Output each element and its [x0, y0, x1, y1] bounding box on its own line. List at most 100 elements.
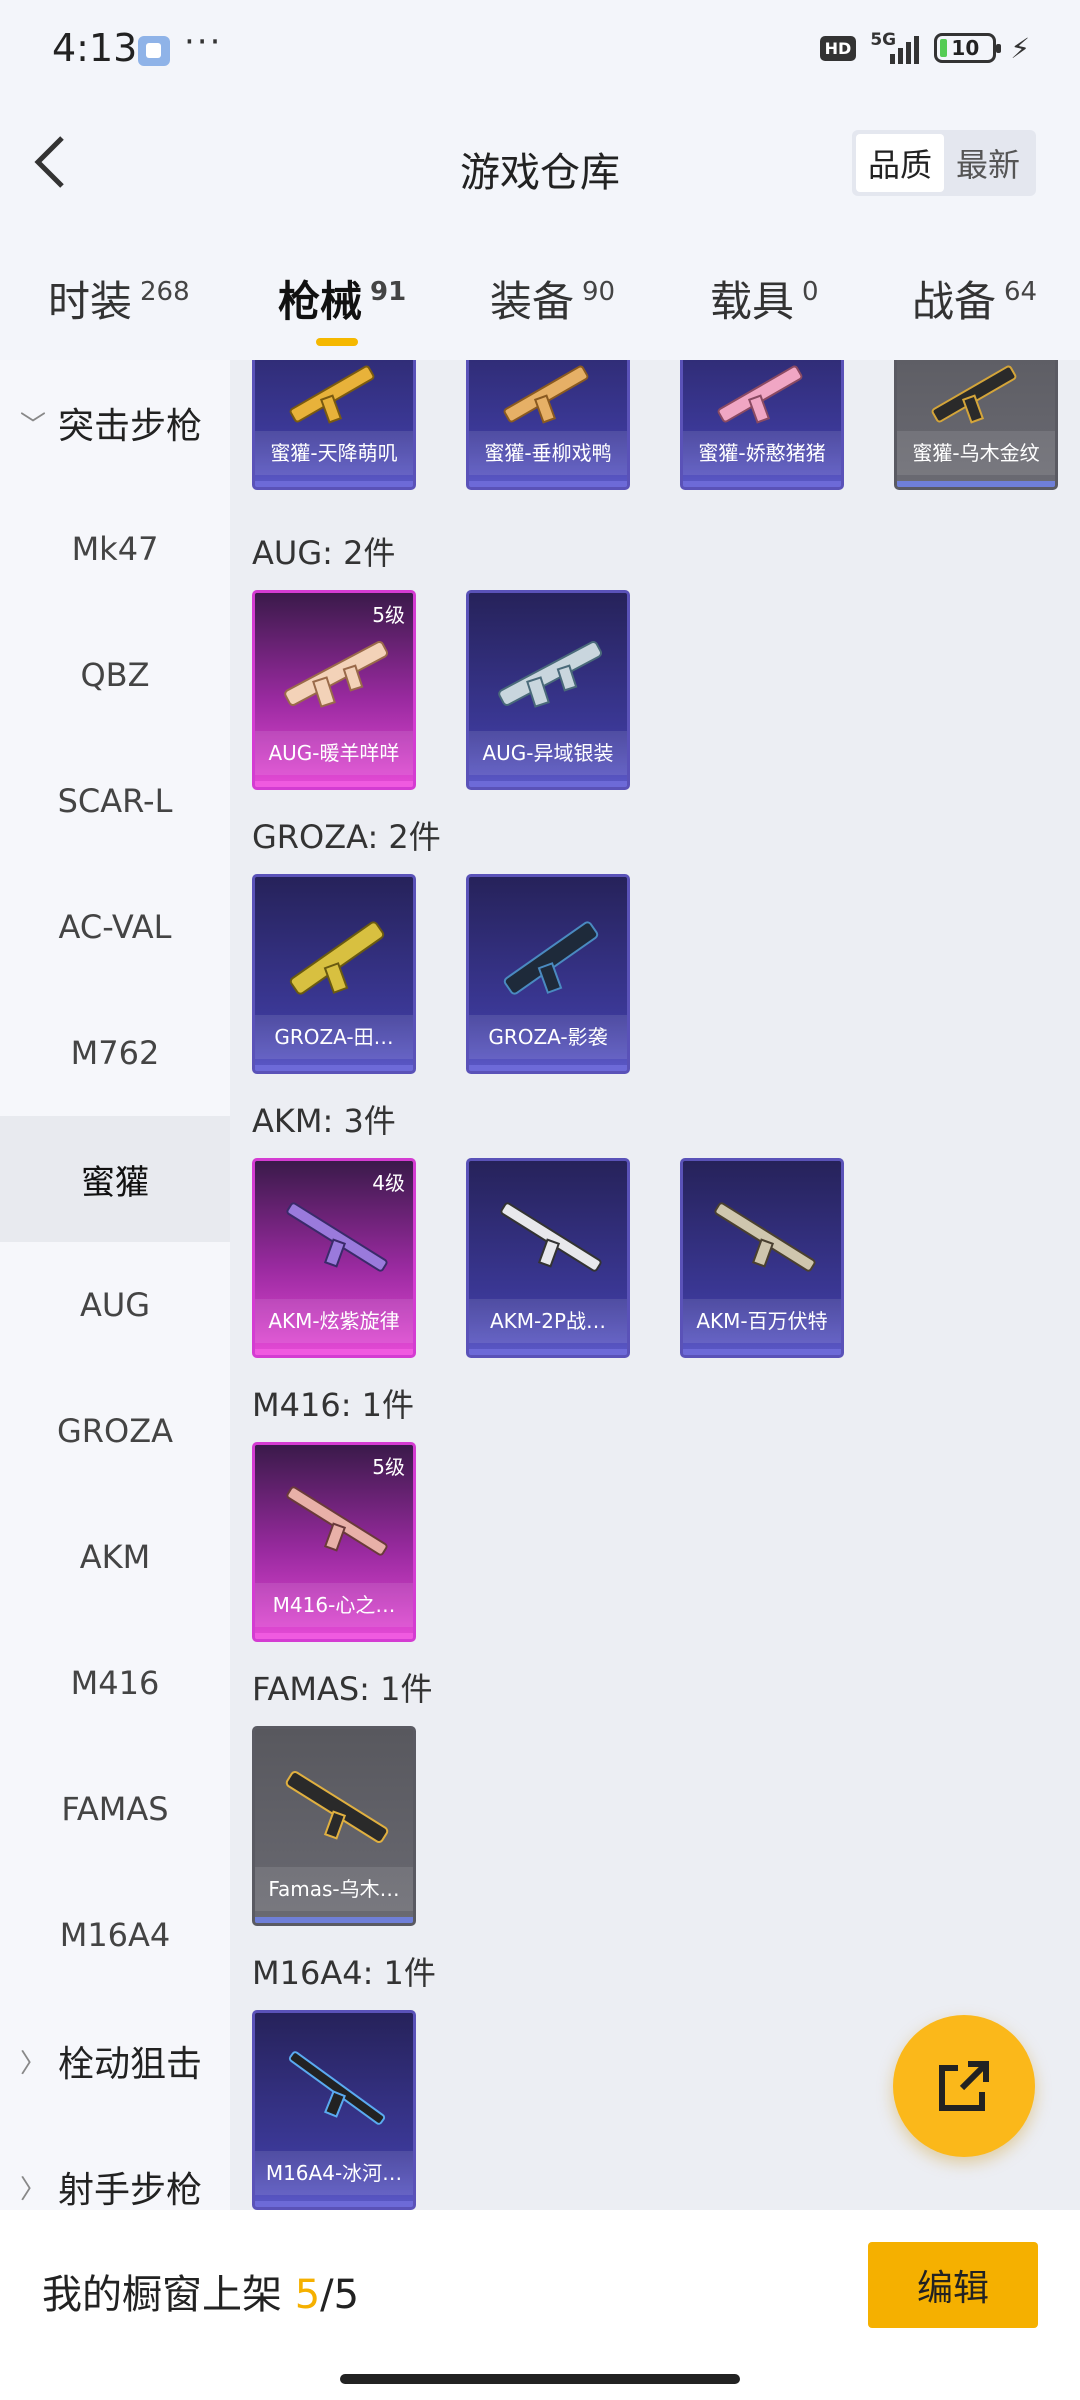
- sidebar-item-groza[interactable]: GROZA: [0, 1368, 230, 1494]
- weapon-card[interactable]: AKM-百万伏特: [680, 1158, 844, 1358]
- rifle-icon: [288, 2051, 386, 2125]
- sidebar-item-mk47[interactable]: Mk47: [0, 486, 230, 612]
- sidebar-category-assault-rifles[interactable]: ﹀ 突击步枪: [0, 360, 230, 486]
- tab-count: 90: [582, 277, 616, 307]
- rifle-icon: [289, 921, 385, 995]
- status-time: 4:13: [52, 26, 138, 70]
- sidebar-category-bolt-action[interactable]: 〉栓动狙击: [0, 1998, 230, 2124]
- showcase-label: 我的橱窗上架: [42, 2272, 282, 2318]
- sort-toggle: 品质 最新: [852, 130, 1036, 196]
- weapon-card[interactable]: 5级 M416-心之…: [252, 1442, 416, 1642]
- home-indicator[interactable]: [340, 2374, 740, 2384]
- section-heading-famas: FAMAS: 1件: [252, 1670, 433, 1708]
- weapon-card[interactable]: M16A4-冰河…: [252, 2010, 416, 2210]
- tab-count: 64: [1004, 277, 1038, 307]
- section-heading-akm: AKM: 3件: [252, 1102, 396, 1140]
- smg-icon: [289, 365, 375, 424]
- rifle-icon: [285, 1771, 389, 1843]
- weapon-name: 蜜獾-娇憨猪猪: [683, 431, 841, 475]
- hd-icon: HD: [819, 35, 857, 61]
- sidebar-item-m416[interactable]: M416: [0, 1620, 230, 1746]
- weapon-card[interactable]: AUG-异域银装: [466, 590, 630, 790]
- weapon-name: AUG-暖羊咩咩: [255, 731, 413, 775]
- weapon-sidebar: ﹀ 突击步枪 Mk47 QBZ SCAR-L AC-VAL M762 蜜獾 AUG…: [0, 360, 230, 2210]
- bottom-bar: 我的橱窗上架 5/5 编辑: [0, 2210, 1080, 2400]
- sidebar-item-honey-badger[interactable]: 蜜獾: [0, 1116, 230, 1242]
- weapon-card[interactable]: 蜜獾-乌木金纹: [894, 360, 1058, 490]
- sidebar-item-famas[interactable]: FAMAS: [0, 1746, 230, 1872]
- sidebar-category-label: 突击步枪: [58, 406, 203, 447]
- tab-guns[interactable]: 枪械 91: [278, 268, 407, 346]
- sort-quality-button[interactable]: 品质: [856, 134, 944, 192]
- sidebar-item-m16a4[interactable]: M16A4: [0, 1872, 230, 1998]
- chevron-down-icon: ﹀: [20, 410, 47, 441]
- section-heading-m416: M416: 1件: [252, 1386, 415, 1424]
- weapon-card[interactable]: GROZA-田…: [252, 874, 416, 1074]
- more-notifications-icon: ···: [184, 22, 223, 62]
- weapon-name: Famas-乌木…: [255, 1867, 413, 1911]
- sidebar-category-dmr[interactable]: 〉射手步枪: [0, 2124, 230, 2210]
- charging-icon: ⚡: [1010, 31, 1030, 65]
- rifle-icon: [284, 640, 389, 708]
- tab-fashion[interactable]: 时装 268: [48, 268, 190, 329]
- rifle-icon: [714, 1202, 816, 1272]
- tab-label: 装备: [490, 277, 575, 326]
- showcase-current-count: 5: [294, 2272, 321, 2318]
- share-button[interactable]: [893, 2015, 1035, 2157]
- sidebar-item-ac-val[interactable]: AC-VAL: [0, 864, 230, 990]
- tab-count: 268: [140, 277, 190, 307]
- signal-icon: 5G: [870, 30, 920, 66]
- tab-label: 战备: [912, 277, 997, 326]
- weapon-name: GROZA-田…: [255, 1015, 413, 1059]
- chevron-right-icon: 〉: [20, 2048, 47, 2079]
- sidebar-item-scar-l[interactable]: SCAR-L: [0, 738, 230, 864]
- tab-label: 时装: [48, 277, 133, 326]
- tab-count: 0: [802, 277, 819, 307]
- edit-button[interactable]: 编辑: [868, 2242, 1038, 2328]
- tab-vehicles[interactable]: 载具 0: [710, 268, 819, 329]
- app-header: 游戏仓库 品质 最新: [0, 100, 1080, 230]
- weapon-name: AKM-2P战…: [469, 1299, 627, 1343]
- sidebar-item-qbz[interactable]: QBZ: [0, 612, 230, 738]
- weapon-name: M416-心之…: [255, 1583, 413, 1627]
- weapon-name: 蜜獾-天降萌叽: [255, 431, 413, 475]
- status-bar: 4:13 ··· HD 5G 10 ⚡: [0, 0, 1080, 100]
- section-heading-groza: GROZA: 2件: [252, 818, 441, 856]
- sidebar-item-akm[interactable]: AKM: [0, 1494, 230, 1620]
- tab-label: 枪械: [278, 277, 363, 326]
- tab-count: 91: [370, 277, 407, 307]
- sidebar-item-aug[interactable]: AUG: [0, 1242, 230, 1368]
- weapon-card[interactable]: 4级 AKM-炫紫旋律: [252, 1158, 416, 1358]
- weapon-name: 蜜獾-乌木金纹: [897, 431, 1055, 475]
- smg-icon: [931, 365, 1017, 424]
- weapon-card[interactable]: 5级 AUG-暖羊咩咩: [252, 590, 416, 790]
- section-heading-m16a4: M16A4: 1件: [252, 1954, 436, 1992]
- weapon-name: 蜜獾-垂柳戏鸭: [469, 431, 627, 475]
- rifle-icon: [498, 640, 603, 708]
- tab-equipment[interactable]: 装备 90: [490, 268, 615, 329]
- sort-latest-button[interactable]: 最新: [944, 134, 1032, 192]
- showcase-status: 我的橱窗上架 5/5: [42, 2262, 359, 2320]
- weapon-card[interactable]: 蜜獾-娇憨猪猪: [680, 360, 844, 490]
- weapon-name: GROZA-影袭: [469, 1015, 627, 1059]
- weapon-card[interactable]: Famas-乌木…: [252, 1726, 416, 1926]
- rifle-icon: [503, 921, 599, 995]
- rifle-icon: [286, 1202, 388, 1272]
- showcase-total-count: /5: [320, 2272, 360, 2318]
- weapon-card[interactable]: AKM-2P战…: [466, 1158, 630, 1358]
- weapon-name: AKM-炫紫旋律: [255, 1299, 413, 1343]
- weapon-name: AKM-百万伏特: [683, 1299, 841, 1343]
- weapon-grid: 蜜獾-天降萌叽 蜜獾-垂柳戏鸭 蜜獾-娇憨猪猪 蜜獾-乌木金纹 AUG: 2件 …: [230, 360, 1080, 2210]
- weapon-card[interactable]: 蜜獾-垂柳戏鸭: [466, 360, 630, 490]
- section-heading-aug: AUG: 2件: [252, 534, 396, 572]
- tab-supplies[interactable]: 战备 64: [912, 268, 1037, 329]
- active-tab-indicator: [316, 338, 358, 346]
- battery-level: 10: [951, 36, 980, 60]
- weapon-card[interactable]: GROZA-影袭: [466, 874, 630, 1074]
- smg-icon: [503, 365, 589, 424]
- smg-icon: [717, 365, 803, 424]
- weapon-card[interactable]: 蜜獾-天降萌叽: [252, 360, 416, 490]
- sidebar-category-label: 射手步枪: [58, 2170, 203, 2210]
- tab-label: 载具: [710, 277, 795, 326]
- sidebar-item-m762[interactable]: M762: [0, 990, 230, 1116]
